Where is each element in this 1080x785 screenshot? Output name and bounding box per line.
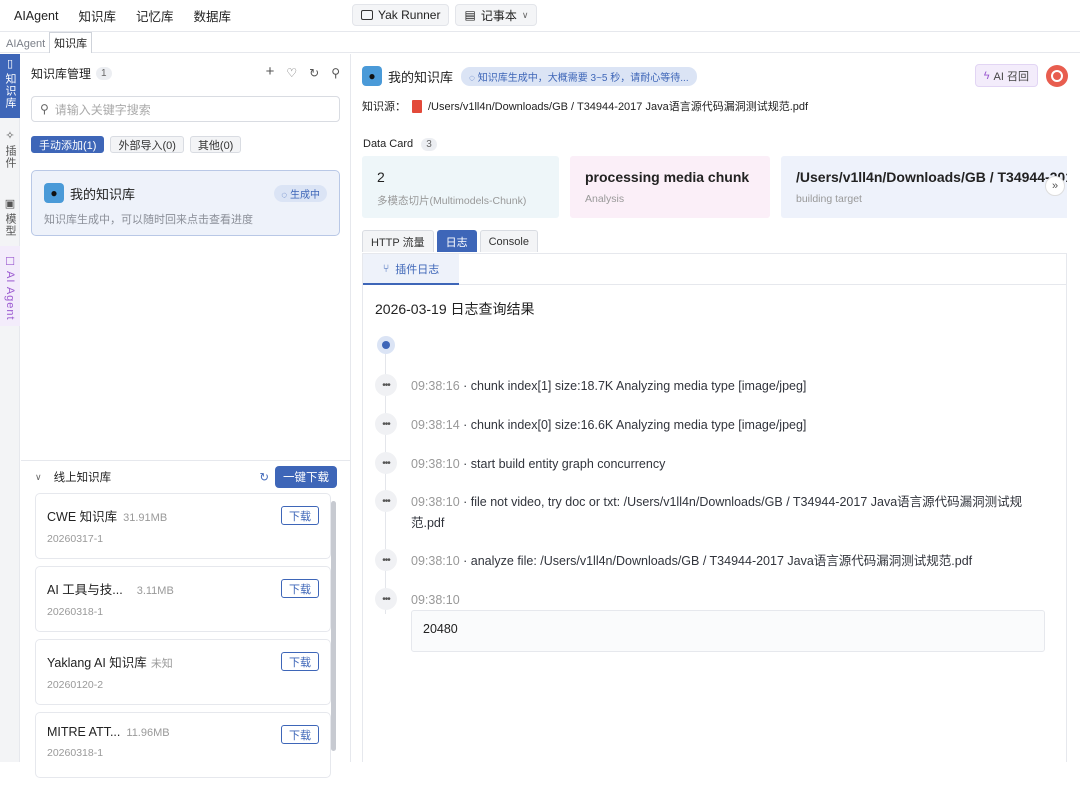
knowledge-detail-panel: ● 我的知识库 ◌ 知识库生成中，大概需要 3~5 秒，请耐心等待... ϟ A… bbox=[352, 54, 1080, 762]
notebook-button[interactable]: ▤ 记事本 ∨ bbox=[455, 4, 538, 26]
scrollbar[interactable] bbox=[331, 501, 336, 751]
more-dots-icon: ••• bbox=[375, 588, 397, 610]
notebook-icon: ▤ bbox=[464, 8, 476, 22]
tab-plugin-log[interactable]: ⑂ 插件日志 bbox=[363, 254, 459, 285]
knowledge-base-panel: 知识库管理 1 + ♡ ↻ ⚲ ⚲ 请输入关键字搜索 手动添加(1) 外部导入(… bbox=[21, 54, 351, 778]
source-row: 知识源： /Users/v1ll4n/Downloads/GB / T34944… bbox=[352, 98, 1080, 114]
knowledge-base-card[interactable]: ● 我的知识库 ◌ 生成中 知识库生成中，可以随时回来点击查看进度 bbox=[31, 170, 340, 236]
tab-http-traffic[interactable]: HTTP 流量 bbox=[362, 230, 434, 252]
top-menu-bar: AIAgent 知识库 记忆库 数据库 Yak Runner ▤ 记事本 ∨ bbox=[0, 0, 1080, 32]
more-dots-icon: ••• bbox=[375, 374, 397, 396]
menu-database[interactable]: 数据库 bbox=[188, 6, 246, 25]
search-input[interactable]: ⚲ 请输入关键字搜索 bbox=[31, 96, 340, 122]
scroll-right-icon[interactable]: » bbox=[1045, 176, 1065, 196]
stop-button[interactable] bbox=[1046, 65, 1068, 87]
log-title: 2026-03-19 日志查询结果 bbox=[375, 301, 535, 317]
list-item[interactable]: CWE 知识库 31.91MB 20260317-1 下载 bbox=[35, 493, 331, 559]
more-dots-icon: ••• bbox=[375, 549, 397, 571]
broom-icon[interactable]: ⚲ bbox=[331, 66, 340, 80]
add-icon[interactable]: + bbox=[266, 64, 275, 80]
robot-icon: ☐ bbox=[5, 256, 15, 268]
online-knowledge-section: ∨ 线上知识库 ↻ 一键下载 CWE 知识库 31.91MB 20260317-1… bbox=[21, 460, 351, 778]
branch-icon: ⑂ bbox=[382, 262, 390, 275]
filter-import[interactable]: 外部导入(0) bbox=[110, 136, 184, 153]
list-item[interactable]: MITRE ATT... 11.96MB 20260318-1 下载 bbox=[35, 712, 331, 778]
timeline-start-icon bbox=[377, 336, 395, 354]
yak-logo-icon: ● bbox=[44, 183, 64, 203]
yak-runner-button[interactable]: Yak Runner bbox=[352, 4, 450, 26]
online-list: CWE 知识库 31.91MB 20260317-1 下载 AI 工具与技... 3… bbox=[35, 493, 331, 785]
more-dots-icon: ••• bbox=[375, 452, 397, 474]
sidebar-item-model[interactable]: ▣ 模型 bbox=[0, 186, 20, 246]
search-icon: ⚲ bbox=[40, 102, 49, 116]
data-card-header: Data Card 3 bbox=[363, 138, 1069, 151]
tab-log[interactable]: 日志 bbox=[436, 230, 477, 252]
refresh-icon[interactable]: ↻ bbox=[309, 66, 319, 80]
filter-manual[interactable]: 手动添加(1) bbox=[31, 136, 105, 153]
sidebar-item-knowledge[interactable]: ▯ 知识库 bbox=[0, 54, 20, 118]
list-item[interactable]: AI 工具与技... 3.11MB 20260318-1 下载 bbox=[35, 566, 331, 632]
count-badge: 1 bbox=[96, 66, 112, 80]
menu-memory[interactable]: 记忆库 bbox=[130, 6, 188, 25]
more-dots-icon: ••• bbox=[375, 413, 397, 435]
book-icon: ▯ bbox=[6, 58, 14, 70]
pdf-icon bbox=[412, 99, 422, 113]
status-badge: ◌ 生成中 bbox=[274, 185, 327, 202]
lightning-icon: ϟ bbox=[983, 69, 990, 82]
detail-tabs: HTTP 流量 日志 Console bbox=[362, 230, 538, 252]
refresh-online-icon[interactable]: ↻ bbox=[259, 470, 269, 484]
tab-aiagent[interactable]: AIAgent bbox=[2, 36, 49, 52]
kb-description: 知识库生成中，可以随时回来点击查看进度 bbox=[44, 214, 253, 226]
left-sidebar: ▯ 知识库 ✧ 插件 ▣ 模型 ☐ AI Agent bbox=[0, 54, 20, 762]
source-path: /Users/v1ll4n/Downloads/GB / T34944-2017… bbox=[428, 101, 809, 113]
generating-status-pill: ◌ 知识库生成中，大概需要 3~5 秒，请耐心等待... bbox=[461, 66, 697, 86]
log-panel: ⑂ 插件日志 2026-03-19 日志查询结果 ••• 09:38:16 · … bbox=[362, 253, 1067, 762]
tab-console[interactable]: Console bbox=[479, 230, 538, 252]
data-card-target: /Users/v1ll4n/Downloads/GB / T34944-2017… bbox=[781, 156, 1067, 218]
import-icon[interactable]: ♡ bbox=[286, 66, 297, 80]
list-item[interactable]: Yaklang AI 知识库 未知 20260120-2 下载 bbox=[35, 639, 331, 705]
tab-knowledge[interactable]: 知识库 bbox=[49, 32, 93, 53]
data-card-analysis: processing media chunk Analysis bbox=[570, 156, 770, 218]
detail-title: 我的知识库 bbox=[388, 69, 454, 85]
menu-knowledge[interactable]: 知识库 bbox=[72, 6, 130, 25]
filter-other[interactable]: 其他(0) bbox=[189, 136, 242, 153]
chevron-down-icon: ∨ bbox=[521, 9, 529, 20]
plugin-icon: ✧ bbox=[5, 130, 15, 142]
log-value-box: 20480 bbox=[411, 610, 1045, 652]
download-button[interactable]: 下载 bbox=[281, 725, 319, 744]
online-title: 线上知识库 bbox=[53, 472, 112, 484]
more-dots-icon: ••• bbox=[375, 490, 397, 512]
download-all-button[interactable]: 一键下载 bbox=[275, 466, 337, 488]
data-cards: 2 多模态切片(Multimodels-Chunk) processing me… bbox=[362, 156, 1067, 218]
collapse-chevron-icon[interactable]: ∨ bbox=[35, 472, 42, 483]
model-icon: ▣ bbox=[4, 198, 16, 210]
terminal-icon bbox=[361, 10, 373, 20]
panel-title: 知识库管理 bbox=[31, 66, 92, 81]
sidebar-item-ai-agent[interactable]: ☐ AI Agent bbox=[0, 246, 20, 326]
download-button[interactable]: 下载 bbox=[281, 652, 319, 671]
sidebar-item-plugin[interactable]: ✧ 插件 bbox=[0, 118, 20, 186]
menu-aiagent[interactable]: AIAgent bbox=[8, 9, 72, 23]
kb-name: 我的知识库 bbox=[70, 186, 136, 202]
yak-logo-icon: ● bbox=[362, 66, 382, 86]
download-button[interactable]: 下载 bbox=[281, 506, 319, 525]
download-button[interactable]: 下载 bbox=[281, 579, 319, 598]
data-card-chunks: 2 多模态切片(Multimodels-Chunk) bbox=[362, 156, 559, 218]
ai-recall-button[interactable]: ϟ AI 召回 bbox=[974, 64, 1038, 87]
